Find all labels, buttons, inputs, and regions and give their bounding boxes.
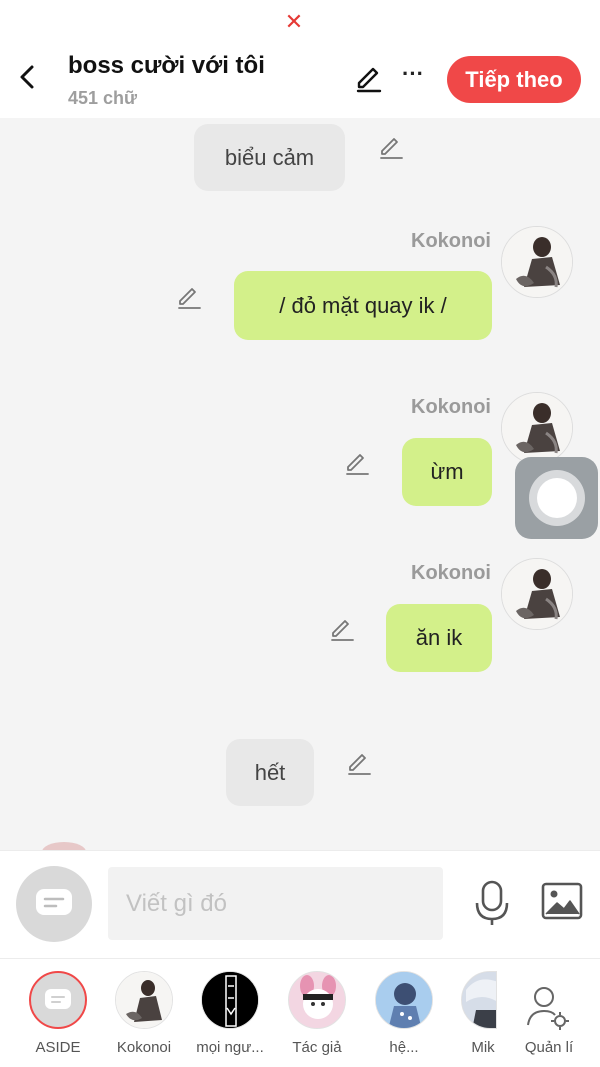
character-label: Quản lí [524,1039,574,1056]
chat-area[interactable]: biểu cảm Kokonoi / đỏ mặt quay ik / Koko… [0,118,600,850]
character-system[interactable]: hệ... [365,969,441,1065]
sender-name: Kokonoi [411,562,491,584]
avatar[interactable] [501,226,573,298]
character-mik[interactable]: Mik [449,969,499,1065]
top-strip: ✕ [0,0,600,44]
edit-message-icon[interactable] [377,134,405,162]
message-bubble[interactable]: / đỏ mặt quay ik / [234,271,492,340]
edit-message-icon[interactable] [175,284,203,312]
message-input[interactable] [108,867,443,940]
character-kokonoi[interactable]: Kokonoi [105,969,181,1065]
assistive-ring-icon [528,470,585,526]
next-button[interactable]: Tiếp theo [447,56,581,103]
message-bubble[interactable]: ừm [402,438,492,506]
aside-bubble[interactable]: hết [226,739,314,806]
edit-message-icon[interactable] [345,750,373,778]
sender-name: Kokonoi [411,230,491,252]
avatar[interactable] [501,558,573,630]
character-label: ASIDE [35,1039,81,1056]
more-options-icon[interactable]: ··· [400,62,426,92]
image-icon[interactable] [540,881,584,921]
floating-assistive-button[interactable] [515,457,598,539]
partial-avatar [42,842,86,850]
edit-message-icon[interactable] [328,616,356,644]
close-icon[interactable]: ✕ [284,10,304,34]
aside-avatar-button[interactable] [16,866,92,942]
microphone-icon[interactable] [472,879,512,927]
character-label: Kokonoi [116,1039,172,1056]
story-title: boss cười với tôi [68,52,265,79]
character-label: mọi ngư... [196,1039,264,1056]
avatar [288,971,346,1029]
character-aside[interactable]: ASIDE [19,969,95,1065]
manage-characters[interactable]: Quản lí [510,969,586,1065]
avatar [115,971,173,1029]
edit-message-icon[interactable] [343,450,371,478]
character-label: Tác giả [292,1039,342,1056]
composer [0,850,600,958]
character-author[interactable]: Tác giả [278,969,354,1065]
message-box-icon [36,889,72,915]
avatar [201,971,259,1029]
message-bubble[interactable]: ăn ik [386,604,492,672]
user-settings-icon [527,987,569,1030]
avatar [461,971,497,1029]
character-everyone[interactable]: mọi ngư... [191,969,267,1065]
avatar[interactable] [501,392,573,464]
character-bar: ASIDE Kokonoi mọi ngư... Tác giả hệ... M… [0,958,600,1067]
header: boss cười với tôi 451 chữ ··· Tiếp theo [0,44,600,118]
aside-bubble[interactable]: biểu cảm [194,124,345,191]
back-arrow-icon[interactable] [12,60,42,94]
aside-icon [29,971,87,1029]
sender-name: Kokonoi [411,396,491,418]
character-label: hệ... [389,1039,419,1056]
avatar [375,971,433,1029]
edit-pencil-icon[interactable] [354,64,384,94]
word-count: 451 chữ [68,88,138,108]
